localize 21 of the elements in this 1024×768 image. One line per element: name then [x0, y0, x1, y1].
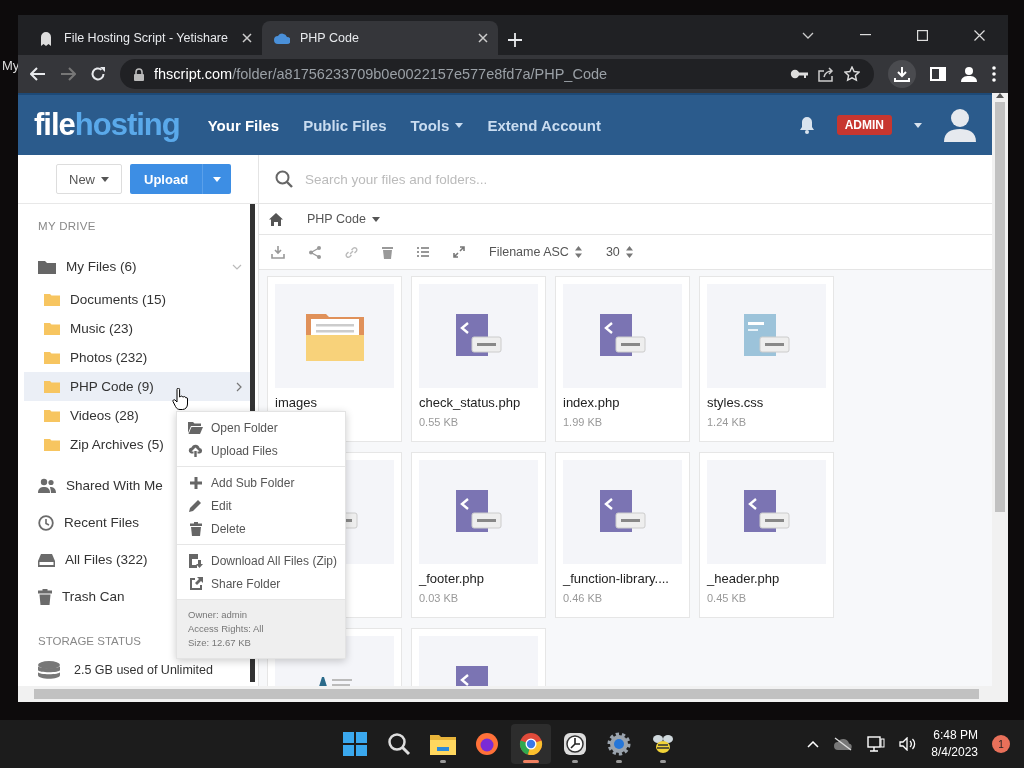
file-name: index.php [563, 395, 621, 410]
file-size: 1.99 KB [563, 416, 604, 428]
file-name: images [275, 395, 318, 410]
info-line: Access Rights: All [188, 622, 265, 636]
desktop-icon-label: My [2, 58, 20, 73]
file-name: styles.css [707, 395, 765, 410]
info-line: Size: 12.67 KB [188, 636, 252, 650]
admin-badge: ADMIN [836, 115, 892, 135]
file-size: 1.24 KB [707, 416, 748, 428]
file-size: 0.03 KB [419, 592, 460, 604]
file-size: 0.55 KB [419, 416, 460, 428]
storage-usage: 2.5 GB used of Unlimited [74, 663, 213, 677]
section-heading: MY DRIVE [38, 220, 96, 232]
file-name: _footer.php [419, 571, 486, 586]
file-name: _function-library.... [563, 571, 670, 586]
info-line: Owner: admin [188, 608, 249, 622]
file-size: 0.45 KB [707, 592, 748, 604]
file-name: _header.php [707, 571, 781, 586]
file-name: check_status.php [419, 395, 522, 410]
file-size: 0.46 KB [563, 592, 604, 604]
section-heading: STORAGE STATUS [38, 635, 141, 647]
